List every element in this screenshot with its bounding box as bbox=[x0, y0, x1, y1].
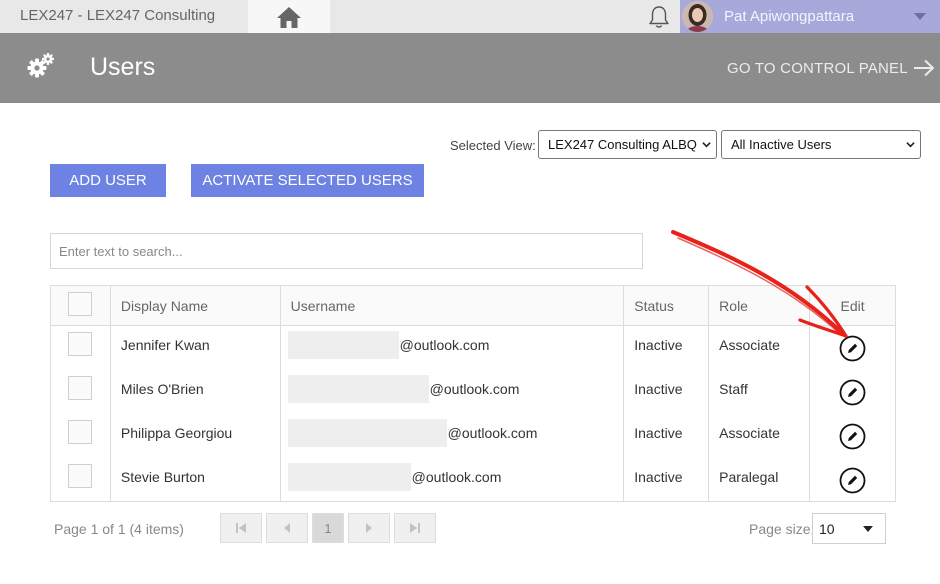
control-panel-link[interactable]: GO TO CONTROL PANEL bbox=[727, 59, 935, 77]
status-cell: Inactive bbox=[623, 325, 710, 370]
user-name: Pat Apiwongpattara bbox=[724, 8, 855, 25]
selected-view-label: Selected View: bbox=[450, 138, 536, 153]
home-tab[interactable] bbox=[248, 0, 330, 33]
status-cell: Inactive bbox=[623, 457, 710, 502]
page-size-label: Page size: bbox=[749, 521, 815, 537]
page-number-button[interactable]: 1 bbox=[312, 513, 344, 543]
edit-cell bbox=[809, 325, 896, 370]
select-all-checkbox[interactable] bbox=[68, 292, 93, 316]
user-filter-select[interactable]: All Inactive Users bbox=[721, 130, 921, 159]
row-checkbox[interactable] bbox=[68, 463, 93, 488]
user-menu[interactable]: Pat Apiwongpattara bbox=[680, 0, 940, 33]
control-panel-label: GO TO CONTROL PANEL bbox=[727, 59, 908, 77]
display-name-cell: Philippa Georgiou bbox=[109, 413, 281, 458]
last-page-button[interactable] bbox=[394, 513, 436, 543]
redacted-username bbox=[287, 331, 399, 359]
home-icon bbox=[277, 6, 301, 28]
status-cell: Inactive bbox=[623, 413, 710, 458]
display-name-cell: Jennifer Kwan bbox=[109, 325, 281, 370]
row-select-cell bbox=[50, 369, 111, 414]
last-page-icon bbox=[410, 523, 420, 533]
first-page-button[interactable] bbox=[220, 513, 262, 543]
edit-pencil-icon[interactable] bbox=[839, 467, 866, 494]
column-header-username[interactable]: Username bbox=[279, 285, 625, 326]
table-header-row: Display Name Username Status Role Edit bbox=[50, 285, 896, 326]
column-header-role[interactable]: Role bbox=[708, 285, 811, 326]
bell-icon[interactable] bbox=[646, 4, 672, 30]
prev-page-button[interactable] bbox=[266, 513, 308, 543]
select-all-cell bbox=[50, 285, 111, 326]
avatar bbox=[682, 1, 713, 32]
page-size-value: 10 bbox=[819, 521, 835, 537]
row-checkbox[interactable] bbox=[68, 375, 93, 400]
page-header: Users GO TO CONTROL PANEL bbox=[0, 33, 940, 103]
edit-pencil-icon[interactable] bbox=[839, 379, 866, 406]
role-cell: Paralegal bbox=[708, 457, 811, 502]
edit-cell bbox=[809, 457, 896, 502]
edit-pencil-icon[interactable] bbox=[839, 335, 866, 362]
table-row: Philippa Georgiou @outlook.com Inactive … bbox=[50, 413, 896, 458]
username-cell: @outlook.com bbox=[279, 457, 625, 502]
app-name: LEX247 - LEX247 Consulting bbox=[20, 7, 216, 24]
role-cell: Associate bbox=[708, 325, 811, 370]
username-cell: @outlook.com bbox=[279, 325, 625, 370]
role-cell: Staff bbox=[708, 369, 811, 414]
redacted-username bbox=[287, 374, 429, 403]
chevron-down-icon bbox=[906, 142, 915, 148]
edit-pencil-icon[interactable] bbox=[839, 423, 866, 450]
status-cell: Inactive bbox=[623, 369, 710, 414]
row-select-cell bbox=[50, 413, 111, 458]
username-cell: @outlook.com bbox=[279, 413, 625, 458]
table-row: Stevie Burton @outlook.com Inactive Para… bbox=[50, 457, 896, 502]
pager-info: Page 1 of 1 (4 items) bbox=[54, 521, 184, 537]
next-page-icon bbox=[366, 523, 372, 533]
arrow-right-icon bbox=[913, 59, 935, 77]
search-input[interactable] bbox=[50, 233, 643, 269]
display-name-cell: Stevie Burton bbox=[109, 457, 281, 502]
column-header-edit: Edit bbox=[809, 285, 896, 326]
username-domain: @outlook.com bbox=[429, 380, 520, 397]
site-select-value: LEX247 Consulting ALBQ bbox=[548, 137, 697, 152]
username-domain: @outlook.com bbox=[411, 468, 502, 485]
dropdown-caret-icon bbox=[863, 526, 873, 532]
role-cell: Associate bbox=[708, 413, 811, 458]
display-name-cell: Miles O'Brien bbox=[109, 369, 281, 414]
redacted-username bbox=[287, 418, 447, 447]
table-row: Jennifer Kwan @outlook.com Inactive Asso… bbox=[50, 325, 896, 370]
table-row: Miles O'Brien @outlook.com Inactive Staf… bbox=[50, 369, 896, 414]
username-cell: @outlook.com bbox=[279, 369, 625, 414]
row-select-cell bbox=[50, 325, 111, 370]
page-title: Users bbox=[90, 53, 156, 81]
chevron-down-icon bbox=[702, 142, 711, 148]
redacted-username bbox=[287, 462, 411, 491]
edit-cell bbox=[809, 413, 896, 458]
row-checkbox[interactable] bbox=[68, 419, 93, 444]
username-domain: @outlook.com bbox=[447, 424, 538, 441]
page-size-select[interactable]: 10 bbox=[812, 513, 886, 544]
activate-selected-users-button[interactable]: ACTIVATE SELECTED USERS bbox=[191, 164, 424, 197]
prev-page-icon bbox=[284, 523, 290, 533]
gear-icon bbox=[27, 53, 54, 78]
users-table: Display Name Username Status Role Edit J… bbox=[50, 285, 896, 502]
user-filter-value: All Inactive Users bbox=[731, 137, 832, 152]
row-checkbox[interactable] bbox=[68, 332, 93, 356]
next-page-button[interactable] bbox=[348, 513, 390, 543]
site-select[interactable]: LEX247 Consulting ALBQ bbox=[538, 130, 717, 159]
edit-cell bbox=[809, 369, 896, 414]
top-bar: LEX247 - LEX247 Consulting Pat Apiwongpa… bbox=[0, 0, 940, 33]
column-header-display-name[interactable]: Display Name bbox=[109, 285, 281, 326]
row-select-cell bbox=[50, 457, 111, 502]
add-user-button[interactable]: ADD USER bbox=[50, 164, 166, 197]
first-page-icon bbox=[236, 523, 246, 533]
username-domain: @outlook.com bbox=[399, 337, 490, 353]
column-header-status[interactable]: Status bbox=[623, 285, 710, 326]
user-menu-caret-icon bbox=[914, 13, 926, 20]
